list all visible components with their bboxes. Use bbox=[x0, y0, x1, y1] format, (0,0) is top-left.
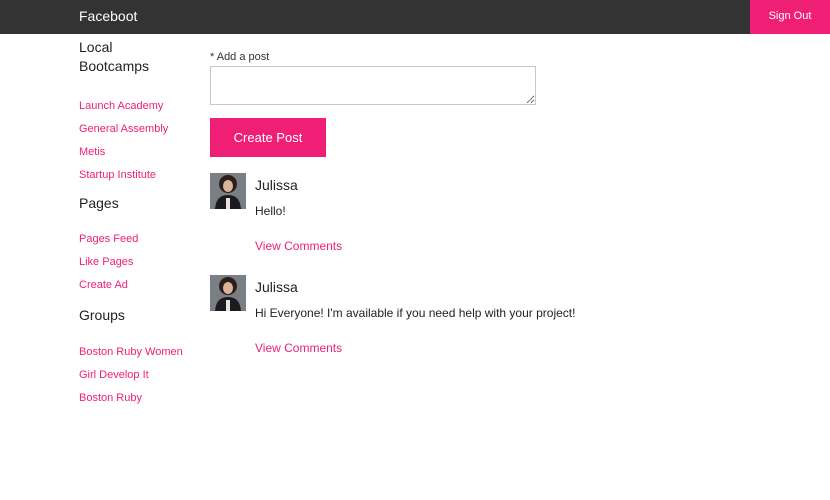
add-post-label: * Add a post bbox=[210, 51, 270, 63]
create-post-button[interactable]: Create Post bbox=[210, 118, 326, 157]
sign-out-button[interactable]: Sign Out bbox=[750, 0, 830, 34]
user-photo-icon bbox=[210, 275, 246, 311]
groups-links: Boston Ruby Women Girl Develop It Boston… bbox=[79, 342, 204, 411]
sidebar-link-like-pages[interactable]: Like Pages bbox=[79, 256, 133, 268]
sidebar-link-launch-academy[interactable]: Launch Academy bbox=[79, 100, 163, 112]
sidebar-section-groups: Groups Boston Ruby Women Girl Develop It… bbox=[79, 306, 204, 411]
avatar bbox=[210, 173, 246, 209]
sidebar-link-pages-feed[interactable]: Pages Feed bbox=[79, 233, 138, 245]
brand-link[interactable]: Faceboot bbox=[79, 0, 137, 34]
section-title-groups: Groups bbox=[79, 307, 125, 323]
sidebar-link-girl-develop-it[interactable]: Girl Develop It bbox=[79, 369, 149, 381]
sidebar-section-local-bootcamps: Local Bootcamps Launch Academy General A… bbox=[79, 38, 204, 188]
sidebar-link-boston-ruby[interactable]: Boston Ruby bbox=[79, 392, 142, 404]
post-textarea[interactable] bbox=[210, 66, 536, 105]
view-comments-link[interactable]: View Comments bbox=[255, 341, 342, 355]
sidebar-link-general-assembly[interactable]: General Assembly bbox=[79, 123, 168, 135]
user-photo-icon bbox=[210, 173, 246, 209]
post-content: Hi Everyone! I'm available if you need h… bbox=[255, 306, 576, 320]
post-author: Julissa bbox=[255, 177, 298, 193]
view-comments-link[interactable]: View Comments bbox=[255, 239, 342, 253]
sidebar: Local Bootcamps Launch Academy General A… bbox=[79, 34, 204, 411]
avatar bbox=[210, 275, 246, 311]
pages-links: Pages Feed Like Pages Create Ad bbox=[79, 229, 204, 298]
sidebar-link-startup-institute[interactable]: Startup Institute bbox=[79, 169, 156, 181]
sidebar-link-metis[interactable]: Metis bbox=[79, 146, 105, 158]
sidebar-link-create-ad[interactable]: Create Ad bbox=[79, 279, 128, 291]
section-title-pages: Pages bbox=[79, 195, 119, 211]
top-navbar: Faceboot Sign Out bbox=[0, 0, 830, 34]
sidebar-link-boston-ruby-women[interactable]: Boston Ruby Women bbox=[79, 346, 183, 358]
section-title-local-bootcamps: Local Bootcamps bbox=[79, 39, 150, 74]
bootcamp-links: Launch Academy General Assembly Metis St… bbox=[79, 96, 204, 188]
post-content: Hello! bbox=[255, 204, 286, 218]
sidebar-section-pages: Pages Pages Feed Like Pages Create Ad bbox=[79, 194, 204, 298]
post-author: Julissa bbox=[255, 279, 298, 295]
